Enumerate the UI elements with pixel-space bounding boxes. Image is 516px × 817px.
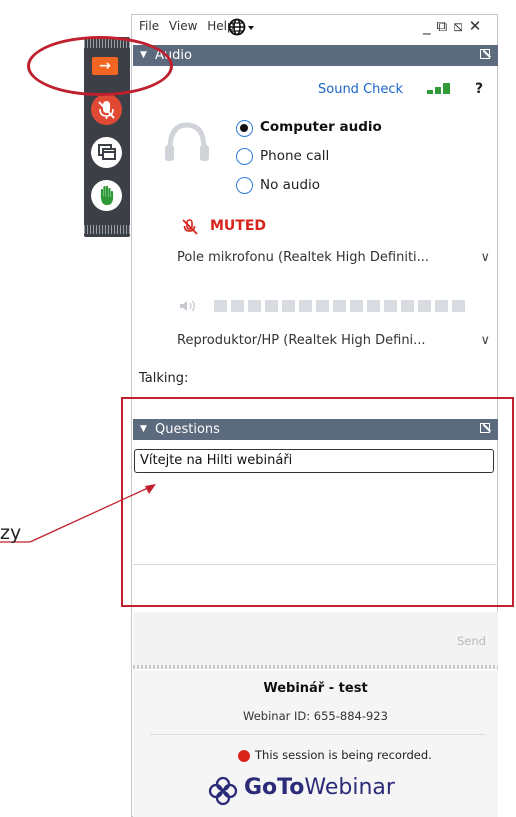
chevron-down-icon bbox=[248, 26, 254, 30]
signal-bars-icon bbox=[427, 82, 453, 101]
popout-icon[interactable] bbox=[480, 49, 490, 59]
highlight-rectangle bbox=[121, 397, 514, 607]
language-menu[interactable] bbox=[228, 18, 258, 42]
highlight-ellipse bbox=[27, 36, 173, 96]
strip-grip-bottom[interactable] bbox=[84, 225, 130, 234]
speaker-volume-meter bbox=[178, 298, 478, 314]
screen-share-icon bbox=[98, 144, 116, 160]
question-compose-area[interactable] bbox=[133, 612, 498, 667]
annotation-text: zy bbox=[0, 522, 22, 544]
minimize-button[interactable]: _ bbox=[423, 17, 437, 35]
screen-share-button[interactable] bbox=[91, 137, 122, 168]
microphone-select[interactable]: Pole mikrofonu (Realtek High Definiti...… bbox=[177, 243, 496, 273]
recording-dot-icon bbox=[238, 750, 250, 762]
microphone-select-value: Pole mikrofonu (Realtek High Definiti... bbox=[177, 250, 430, 265]
speaker-select[interactable]: Reproduktor/HP (Realtek High Defini... ∨ bbox=[177, 326, 496, 356]
talking-label: Talking: bbox=[139, 371, 189, 386]
annotation-arrow bbox=[0, 484, 156, 543]
flower-logo-icon bbox=[208, 776, 238, 806]
chevron-down-icon: ∨ bbox=[480, 250, 490, 265]
popout-button[interactable]: ⧅ bbox=[453, 17, 469, 35]
brand-goto: GoTo bbox=[244, 775, 305, 800]
mic-off-icon bbox=[98, 101, 115, 119]
muted-label: MUTED bbox=[210, 218, 267, 234]
speaker-select-value: Reproduktor/HP (Realtek High Defini... bbox=[177, 333, 426, 348]
globe-icon bbox=[228, 18, 254, 36]
divider bbox=[150, 734, 485, 735]
speaker-icon bbox=[180, 300, 195, 312]
send-button[interactable]: Send bbox=[457, 634, 486, 648]
chevron-down-icon: ∨ bbox=[480, 333, 490, 348]
headset-icon bbox=[160, 117, 215, 176]
resize-grip[interactable] bbox=[133, 665, 498, 669]
computer-audio-label: Computer audio bbox=[260, 119, 382, 135]
menu-view[interactable]: View bbox=[169, 19, 197, 33]
radio-no-audio[interactable] bbox=[236, 177, 253, 194]
webinar-id: Webinar ID: 655-884-923 bbox=[243, 709, 388, 723]
menu-file[interactable]: File bbox=[139, 19, 159, 33]
sound-check-link[interactable]: Sound Check bbox=[318, 82, 403, 97]
window-controls: _⧉⧅✕ bbox=[423, 17, 487, 35]
recording-notice: This session is being recorded. bbox=[255, 748, 432, 762]
no-audio-label: No audio bbox=[260, 177, 321, 193]
raise-hand-icon bbox=[100, 185, 114, 206]
webinar-title: Webinář - test bbox=[263, 681, 368, 696]
mic-muted-button[interactable] bbox=[91, 94, 122, 125]
close-button[interactable]: ✕ bbox=[469, 17, 488, 35]
raise-hand-button[interactable] bbox=[91, 180, 122, 211]
audio-help-button[interactable]: ? bbox=[475, 81, 483, 97]
menu-bar: File View Help bbox=[139, 19, 241, 41]
radio-computer-audio[interactable] bbox=[236, 120, 253, 137]
phone-call-label: Phone call bbox=[260, 148, 330, 164]
restore-button[interactable]: ⧉ bbox=[437, 17, 454, 35]
mic-muted-icon bbox=[181, 218, 199, 240]
radio-phone-call[interactable] bbox=[236, 148, 253, 165]
audio-section-header[interactable]: ▼ Audio bbox=[133, 45, 498, 66]
brand-webinar: Webinar bbox=[304, 775, 395, 800]
